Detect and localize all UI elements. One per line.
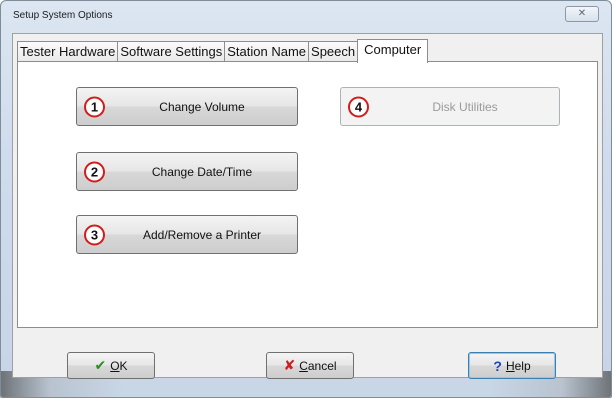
help-label: Help (505, 358, 531, 373)
computer-tab-panel: 1 Change Volume 2 Change Date/Time 3 Add… (17, 61, 598, 328)
tab-software-settings[interactable]: Software Settings (117, 41, 226, 62)
disk-utilities-label: Disk Utilities (432, 99, 498, 114)
close-icon: ✕ (577, 8, 587, 19)
cancel-label: Cancel (299, 358, 337, 373)
number-1-badge: 1 (84, 96, 105, 117)
number-4-badge: 4 (348, 96, 369, 117)
tab-strip: Tester Hardware Software Settings Statio… (17, 39, 429, 63)
question-mark-icon: ? (493, 357, 502, 374)
change-volume-button[interactable]: 1 Change Volume (76, 87, 298, 126)
tab-computer[interactable]: Computer (357, 39, 429, 63)
add-remove-printer-button[interactable]: 3 Add/Remove a Printer (76, 215, 298, 254)
x-mark-icon: ✘ (283, 357, 296, 373)
change-date-time-label: Change Date/Time (151, 164, 253, 179)
dialog-window: Setup System Options ✕ Tester Hardware S… (0, 0, 612, 398)
dialog-client-area: Tester Hardware Software Settings Statio… (12, 33, 603, 379)
disk-utilities-button: 4 Disk Utilities (340, 87, 560, 126)
change-date-time-button[interactable]: 2 Change Date/Time (76, 152, 298, 191)
add-remove-printer-label: Add/Remove a Printer (142, 227, 262, 242)
checkmark-icon: ✔ (94, 357, 107, 373)
change-volume-label: Change Volume (159, 99, 245, 114)
ok-label: OK (110, 358, 128, 373)
tab-station-name[interactable]: Station Name (224, 41, 310, 62)
tab-tester-hardware[interactable]: Tester Hardware (17, 41, 119, 62)
help-button[interactable]: ? Help (468, 352, 556, 379)
close-button[interactable]: ✕ (565, 6, 599, 22)
number-2-badge: 2 (84, 161, 105, 182)
cancel-button[interactable]: ✘ Cancel (266, 352, 354, 379)
tab-speech[interactable]: Speech (308, 41, 359, 62)
window-title: Setup System Options (13, 10, 113, 21)
ok-button[interactable]: ✔ OK (67, 352, 155, 379)
number-3-badge: 3 (84, 224, 105, 245)
